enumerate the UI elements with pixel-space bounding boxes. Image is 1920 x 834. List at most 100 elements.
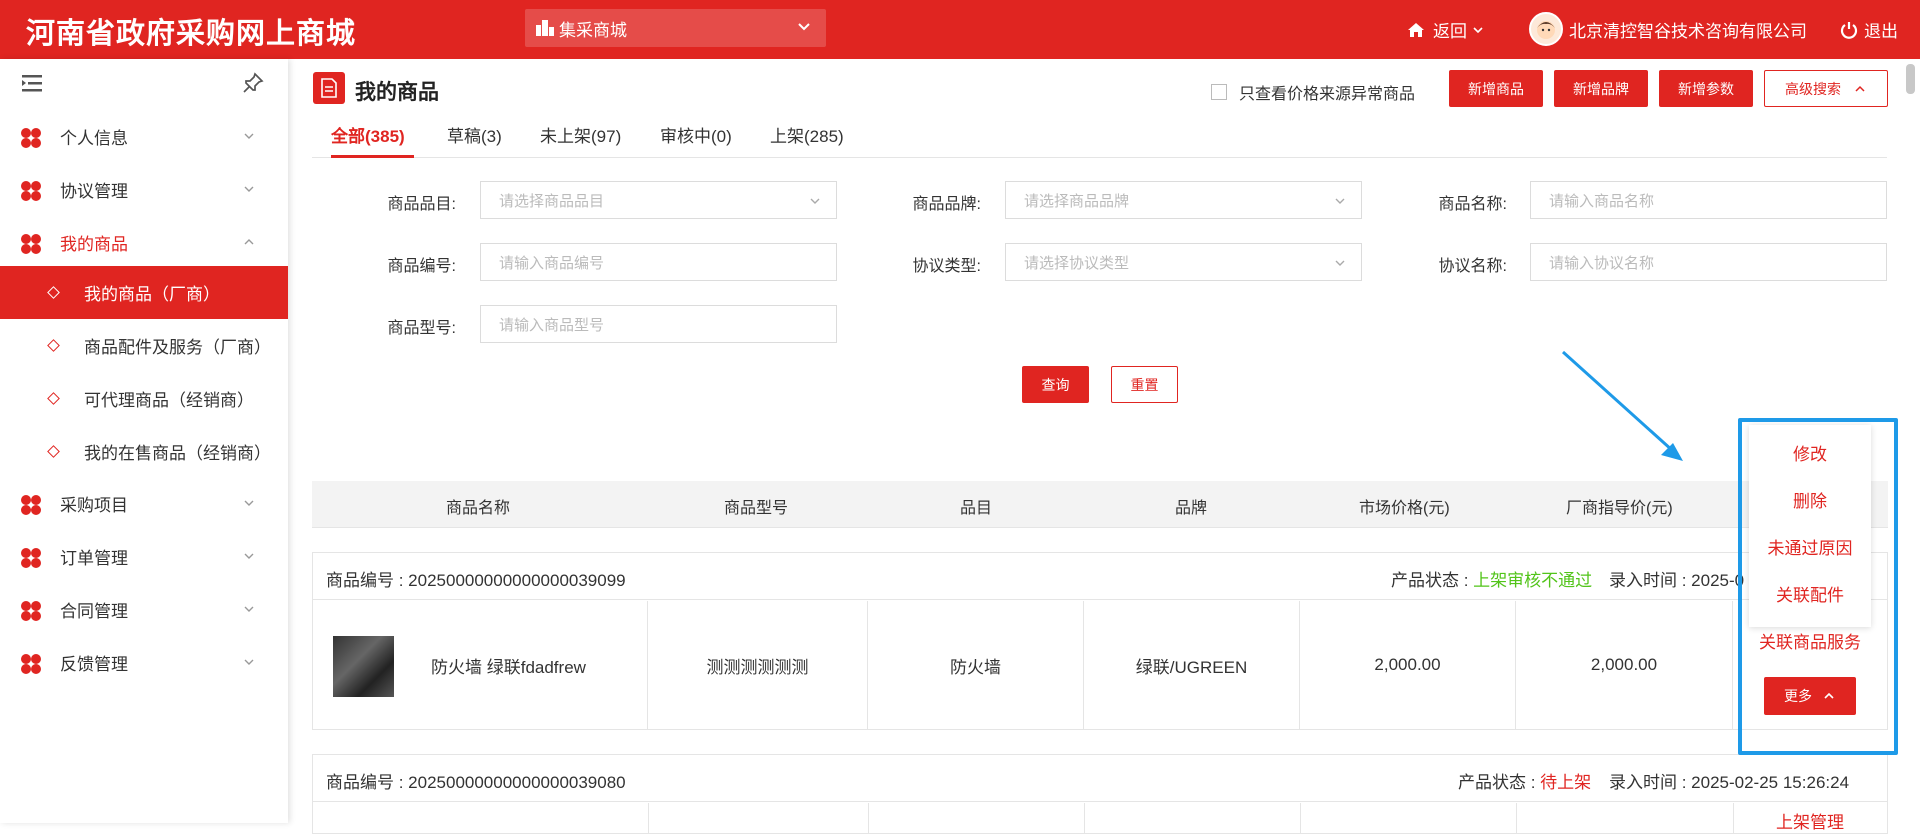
diamond-icon (47, 339, 60, 352)
brand-select[interactable]: 请选择商品品牌 (1005, 181, 1362, 219)
agreement-type-select[interactable]: 请选择协议类型 (1005, 243, 1362, 281)
menu-label: 个人信息 (60, 129, 128, 148)
tab-draft[interactable]: 草稿(3) (447, 122, 502, 147)
col-header-market-price: 市场价格(元) (1359, 500, 1450, 517)
annotation-arrow-icon (1561, 350, 1683, 461)
col-header-guide-price: 厂商指导价(元) (1566, 500, 1673, 517)
user-menu[interactable]: 北京清控智谷技术咨询有限公司 (1529, 12, 1807, 46)
annotation-highlight-box (1738, 418, 1898, 755)
flower-icon (21, 181, 41, 201)
chevron-up-icon (244, 239, 254, 245)
menu-label: 合同管理 (60, 602, 128, 621)
submenu-item-agency-goods[interactable]: 可代理商品（经销商） (0, 372, 288, 425)
flower-icon (21, 234, 41, 254)
row-header: 商品编号 : 20250000000000000039080 产品状态 : 待上… (313, 755, 1887, 802)
chevron-down-icon (244, 500, 254, 506)
category-placeholder: 请选择商品品目 (499, 192, 605, 210)
model-placeholder: 请输入商品型号 (499, 316, 605, 334)
listing-manage-link[interactable]: 上架管理 (1776, 808, 1844, 833)
submenu-label: 可代理商品（经销商） (84, 391, 254, 410)
mall-select[interactable]: 集采商城 (525, 9, 826, 47)
col-header-model: 商品型号 (724, 500, 789, 517)
name-input[interactable]: 请输入商品名称 (1530, 181, 1887, 219)
submenu-item-on-sale-goods[interactable]: 我的在售商品（经销商） (0, 425, 288, 478)
chevron-down-icon (244, 659, 254, 665)
entry-time: 录入时间 : 2025-0 (1609, 571, 1745, 590)
menu-item-feedback[interactable]: 反馈管理 (0, 636, 288, 689)
menu-item-orders[interactable]: 订单管理 (0, 530, 288, 583)
pin-icon[interactable] (241, 71, 265, 95)
table-row: 商品编号 : 20250000000000000039099 产品状态 : 上架… (312, 552, 1888, 730)
model-label: 商品型号: (387, 320, 456, 337)
col-header-brand: 品牌 (1175, 500, 1208, 517)
goods-thumbnail[interactable] (333, 636, 394, 697)
company-name: 北京清控智谷技术咨询有限公司 (1569, 21, 1807, 41)
reset-button[interactable]: 重置 (1111, 366, 1178, 403)
abnormal-price-filter[interactable]: 只查看价格来源异常商品 (1211, 80, 1415, 104)
status-badge: 上架审核不通过 (1473, 571, 1593, 590)
diamond-icon (47, 392, 60, 405)
diamond-icon (47, 286, 60, 299)
menu-label: 采购项目 (60, 496, 128, 515)
page-scrollbar[interactable] (1906, 64, 1915, 94)
tab-not-listed[interactable]: 未上架(97) (540, 122, 621, 147)
goods-name[interactable]: 防火墙 绿联fdadfrew (413, 601, 648, 729)
category-select[interactable]: 请选择商品品目 (480, 181, 837, 219)
goods-category: 防火墙 (868, 601, 1084, 729)
menu-label: 我的商品 (60, 235, 128, 254)
row-divider (648, 803, 649, 833)
chevron-down-icon (1335, 260, 1345, 266)
status-text: 产品状态 : 上架审核不通过 (1391, 566, 1592, 591)
agreement-name-input[interactable]: 请输入协议名称 (1530, 243, 1887, 281)
advanced-search-label: 高级搜索 (1785, 80, 1841, 97)
add-param-button[interactable]: 新增参数 (1659, 70, 1753, 107)
power-icon (1840, 21, 1858, 39)
col-header-name: 商品名称 (446, 500, 511, 517)
code-input[interactable]: 请输入商品编号 (480, 243, 837, 281)
model-input[interactable]: 请输入商品型号 (480, 305, 837, 343)
goods-code: 商品编号 : 20250000000000000039080 (326, 773, 626, 792)
tab-listed[interactable]: 上架(285) (770, 122, 844, 147)
name-placeholder: 请输入商品名称 (1549, 192, 1655, 210)
category-label: 商品品目: (387, 196, 456, 213)
tab-reviewing[interactable]: 审核中(0) (660, 122, 732, 147)
status-prefix: 产品状态 : (1458, 773, 1541, 792)
top-header: 河南省政府采购网上商城 集采商城 返回 北京清控智谷技术咨询有限公司 退出 (0, 0, 1920, 59)
goods-market-price: 2,000.00 (1300, 601, 1516, 729)
site-logo[interactable]: 河南省政府采购网上商城 (26, 10, 356, 52)
flower-icon (21, 128, 41, 148)
submenu-label: 我的在售商品（经销商） (84, 444, 271, 463)
menu-item-my-goods[interactable]: 我的商品 (0, 216, 288, 269)
row-header: 商品编号 : 20250000000000000039099 产品状态 : 上架… (313, 553, 1887, 600)
add-goods-button[interactable]: 新增商品 (1449, 70, 1543, 107)
name-label: 商品名称: (1438, 196, 1507, 213)
mall-select-label: 集采商城 (559, 20, 627, 40)
menu-item-contracts[interactable]: 合同管理 (0, 583, 288, 636)
document-icon (313, 72, 345, 104)
menu-collapse-icon[interactable] (20, 72, 44, 94)
chevron-down-icon (1473, 26, 1483, 33)
home-icon (1408, 22, 1424, 37)
menu-item-personal-info[interactable]: 个人信息 (0, 110, 288, 163)
status-badge: 待上架 (1540, 773, 1592, 792)
goods-brand: 绿联/UGREEN (1084, 601, 1300, 729)
query-button[interactable]: 查询 (1022, 366, 1089, 403)
status-text: 产品状态 : 待上架 (1458, 768, 1591, 793)
flower-icon (21, 601, 41, 621)
submenu-item-my-goods-vendor[interactable]: 我的商品（厂商） (0, 266, 288, 319)
menu-item-agreement[interactable]: 协议管理 (0, 163, 288, 216)
status-prefix: 产品状态 : (1391, 571, 1474, 590)
flower-icon (21, 654, 41, 674)
menu-item-procurement[interactable]: 采购项目 (0, 477, 288, 530)
table-header: 商品名称 商品型号 品目 品牌 市场价格(元) 厂商指导价(元) (312, 481, 1888, 528)
submenu-item-accessories-services[interactable]: 商品配件及服务（厂商） (0, 319, 288, 372)
tab-all[interactable]: 全部(385) (331, 122, 405, 147)
logout-button[interactable]: 退出 (1840, 17, 1898, 42)
back-menu[interactable]: 返回 (1407, 17, 1485, 42)
abnormal-price-checkbox[interactable] (1211, 84, 1227, 100)
submenu-label: 商品配件及服务（厂商） (84, 338, 271, 357)
advanced-search-button[interactable]: 高级搜索 (1764, 70, 1888, 107)
row-divider (1733, 803, 1734, 833)
add-brand-button[interactable]: 新增品牌 (1554, 70, 1648, 107)
diamond-icon (47, 445, 60, 458)
